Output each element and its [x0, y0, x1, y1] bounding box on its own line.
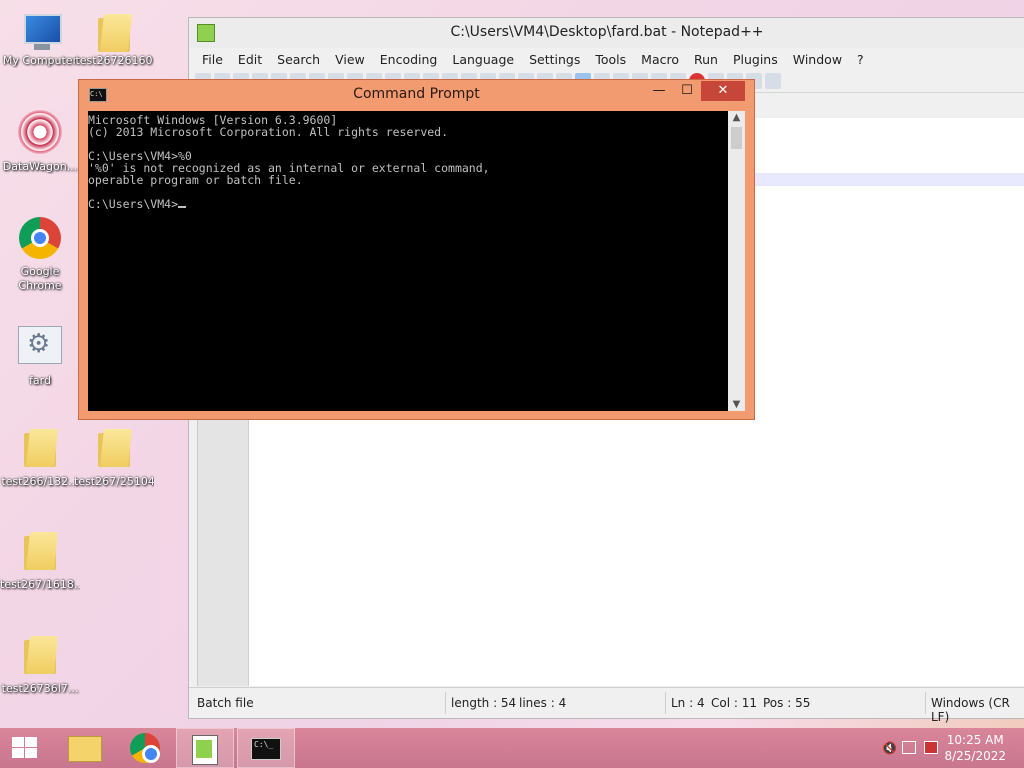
status-lines: lines : 4 [519, 696, 567, 710]
computer-icon [18, 10, 62, 54]
command-prompt-window[interactable]: C:\ Command Prompt — ☐ ✕ Microsoft Windo… [78, 79, 755, 420]
desktop-icon-folder[interactable]: test266/132... [0, 425, 80, 489]
volume-muted-icon[interactable]: 🔇 [882, 742, 897, 754]
taskbar-notepadpp[interactable] [176, 728, 234, 768]
status-eol: Windows (CR LF) [931, 696, 1010, 724]
menu-help[interactable]: ? [850, 52, 872, 67]
folder-icon [24, 530, 58, 570]
menu-macro[interactable]: Macro [634, 52, 687, 67]
status-length: length : 54 [451, 696, 517, 710]
taskbar: C:\_ 🔇 10:25 AM 8/25/2022 [0, 728, 1024, 768]
status-col: Col : 11 [711, 696, 757, 710]
desktop-icon-label: My Computer [2, 54, 78, 67]
scroll-thumb[interactable] [731, 127, 742, 149]
menu-file[interactable]: File [195, 52, 231, 67]
taskbar-file-explorer[interactable] [56, 728, 114, 768]
maximize-button[interactable]: ☐ [673, 81, 701, 101]
desktop-icon-folder[interactable]: test26726160 [74, 10, 154, 68]
desktop-icon-datawagon[interactable]: DataWagon... [0, 110, 80, 174]
datawagon-icon [18, 110, 62, 154]
file-explorer-icon [68, 736, 102, 762]
notepadpp-titlebar[interactable]: C:\Users\VM4\Desktop\fard.bat - Notepad+… [189, 18, 1024, 48]
scroll-up-arrow-icon[interactable]: ▲ [728, 112, 745, 123]
desktop-icon-label: fard [29, 374, 51, 387]
status-filetype: Batch file [197, 696, 254, 710]
save-macro-icon[interactable] [765, 73, 781, 89]
vertical-scrollbar[interactable]: ▲ ▼ [728, 111, 745, 411]
desktop-icon-folder[interactable]: test267/1618... [0, 528, 80, 592]
status-ln: Ln : 4 [671, 696, 705, 710]
start-button[interactable] [0, 728, 52, 768]
folder-icon [98, 427, 132, 467]
desktop-icon-label: test26726160 [75, 54, 153, 67]
desktop-icon-folder[interactable]: test267/25104 [74, 425, 154, 489]
menu-settings[interactable]: Settings [522, 52, 588, 67]
notepadpp-icon [192, 735, 218, 765]
clock[interactable]: 10:25 AM 8/25/2022 [944, 732, 1006, 764]
desktop-icon-label: Google Chrome [18, 265, 62, 292]
cmd-icon: C:\_ [251, 738, 281, 760]
menu-view[interactable]: View [328, 52, 373, 67]
menu-edit[interactable]: Edit [231, 52, 270, 67]
minimize-button[interactable]: — [645, 81, 673, 101]
status-bar: Batch file length : 54 lines : 4 Ln : 4 … [189, 687, 1024, 724]
desktop-icon-label: test267/25104 [74, 475, 154, 488]
status-pos: Pos : 55 [763, 696, 811, 710]
menu-run[interactable]: Run [687, 52, 726, 67]
console-text: Microsoft Windows [Version 6.3.9600] (c)… [88, 113, 490, 211]
scroll-down-arrow-icon[interactable]: ▼ [728, 399, 745, 410]
action-center-icon[interactable] [924, 741, 938, 754]
desktop-icon-fard[interactable]: fard [0, 322, 80, 388]
desktop-icon-label: test266/132... [1, 475, 79, 488]
clock-time: 10:25 AM [946, 733, 1004, 747]
menu-tools[interactable]: Tools [588, 52, 634, 67]
taskbar-chrome[interactable] [116, 728, 174, 768]
menu-bar: File Edit Search View Encoding Language … [189, 48, 1024, 70]
windows-logo-icon [12, 737, 38, 759]
chrome-icon [19, 217, 61, 259]
menu-encoding[interactable]: Encoding [373, 52, 446, 67]
taskbar-command-prompt[interactable]: C:\_ [237, 728, 295, 768]
menu-window[interactable]: Window [786, 52, 850, 67]
menu-search[interactable]: Search [270, 52, 328, 67]
network-icon[interactable] [902, 741, 916, 754]
console-output-area[interactable]: Microsoft Windows [Version 6.3.9600] (c)… [88, 111, 728, 411]
close-button[interactable]: ✕ [701, 81, 745, 101]
desktop-icon-label: test26736l7... [1, 682, 79, 695]
clock-date: 8/25/2022 [944, 749, 1006, 763]
desktop-icon-label: test267/1618... [0, 578, 80, 591]
chrome-icon [130, 733, 160, 763]
window-title: C:\Users\VM4\Desktop\fard.bat - Notepad+… [450, 24, 764, 40]
menu-language[interactable]: Language [445, 52, 522, 67]
folder-icon [98, 12, 132, 52]
desktop-icon-google-chrome[interactable]: Google Chrome [0, 217, 80, 293]
text-cursor [178, 206, 187, 208]
batch-file-icon [18, 326, 62, 364]
desktop-icon-folder[interactable]: test26736l7... [0, 632, 80, 696]
desktop-icon-my-computer[interactable]: My Computer [0, 10, 80, 68]
menu-plugins[interactable]: Plugins [726, 52, 786, 67]
folder-icon [24, 427, 58, 467]
folder-icon [24, 634, 58, 674]
desktop-icon-label: DataWagon... [2, 160, 78, 173]
